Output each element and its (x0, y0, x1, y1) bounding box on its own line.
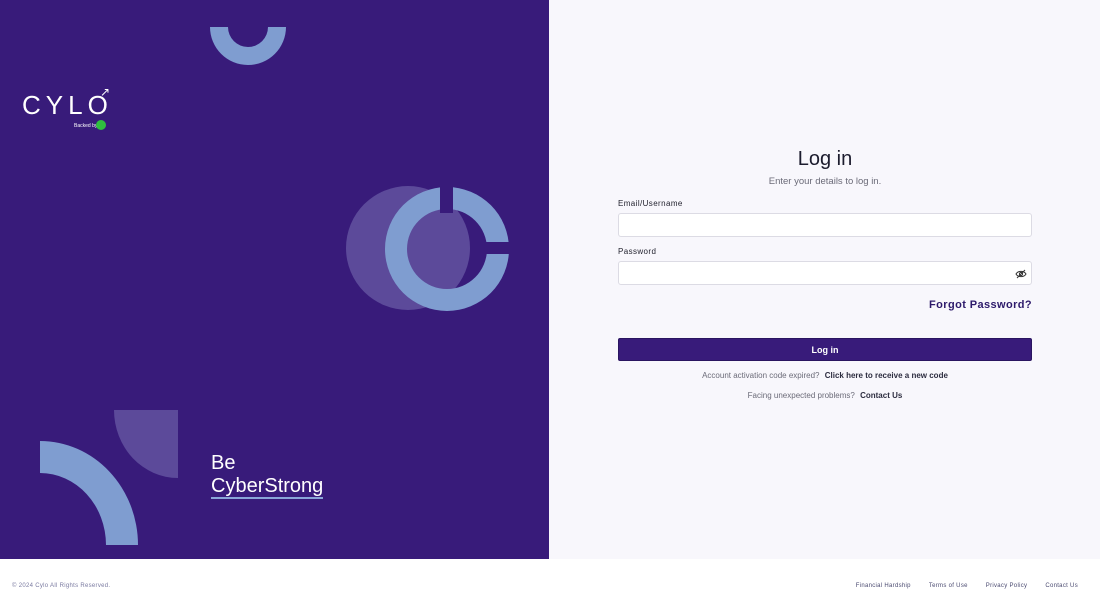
problems-text: Facing unexpected problems? (747, 391, 855, 400)
partner-logo-icon (96, 120, 106, 130)
eye-off-icon[interactable] (1015, 267, 1027, 279)
footer-link-privacy[interactable]: Privacy Policy (986, 583, 1028, 589)
footer-link-terms[interactable]: Terms of Use (929, 583, 968, 589)
login-button[interactable]: Log in (618, 338, 1032, 361)
contact-us-link[interactable]: Contact Us (860, 391, 902, 400)
footer-link-contact[interactable]: Contact Us (1045, 583, 1078, 589)
login-form-panel: Log in Enter your details to log in. Ema… (549, 0, 1100, 559)
page-title: Log in (797, 148, 853, 170)
login-page: CYLO ↗ Backed by Be CyberStrong Log in E… (0, 0, 1100, 606)
ring-gap-right (485, 242, 515, 254)
email-label: Email/Username (618, 199, 683, 208)
activation-help: Account activation code expired? Click h… (618, 371, 1032, 380)
footer: © 2024 Cylo All Rights Reserved. Financi… (0, 559, 1100, 606)
backed-by-label: Backed by (74, 123, 98, 129)
tagline: Be CyberStrong (211, 452, 324, 499)
bottom-quarter-square (114, 410, 178, 478)
new-code-link[interactable]: Click here to receive a new code (825, 371, 948, 380)
footer-links: Financial Hardship Terms of Use Privacy … (856, 583, 1078, 589)
copyright-text: © 2024 Cylo All Rights Reserved. (12, 583, 111, 589)
bottom-quarter-ring (40, 441, 138, 545)
brand-panel: CYLO ↗ Backed by Be CyberStrong (0, 0, 549, 559)
cylo-logo: CYLO ↗ Backed by (22, 86, 132, 136)
ring-gap-top (440, 183, 453, 213)
tagline-line-2: CyberStrong (211, 475, 324, 499)
problems-help: Facing unexpected problems? Contact Us (618, 391, 1032, 400)
tagline-line-1: Be (211, 452, 236, 474)
password-field[interactable] (618, 261, 1032, 285)
activation-text: Account activation code expired? (702, 371, 820, 380)
footer-link-financial-hardship[interactable]: Financial Hardship (856, 583, 911, 589)
forgot-password-link[interactable]: Forgot Password? (929, 299, 1032, 311)
top-arc-shape (210, 27, 286, 65)
arrow-up-right-icon: ↗ (100, 85, 111, 99)
password-label: Password (618, 247, 657, 256)
login-subtitle: Enter your details to log in. (768, 176, 882, 187)
email-field[interactable] (618, 213, 1032, 237)
